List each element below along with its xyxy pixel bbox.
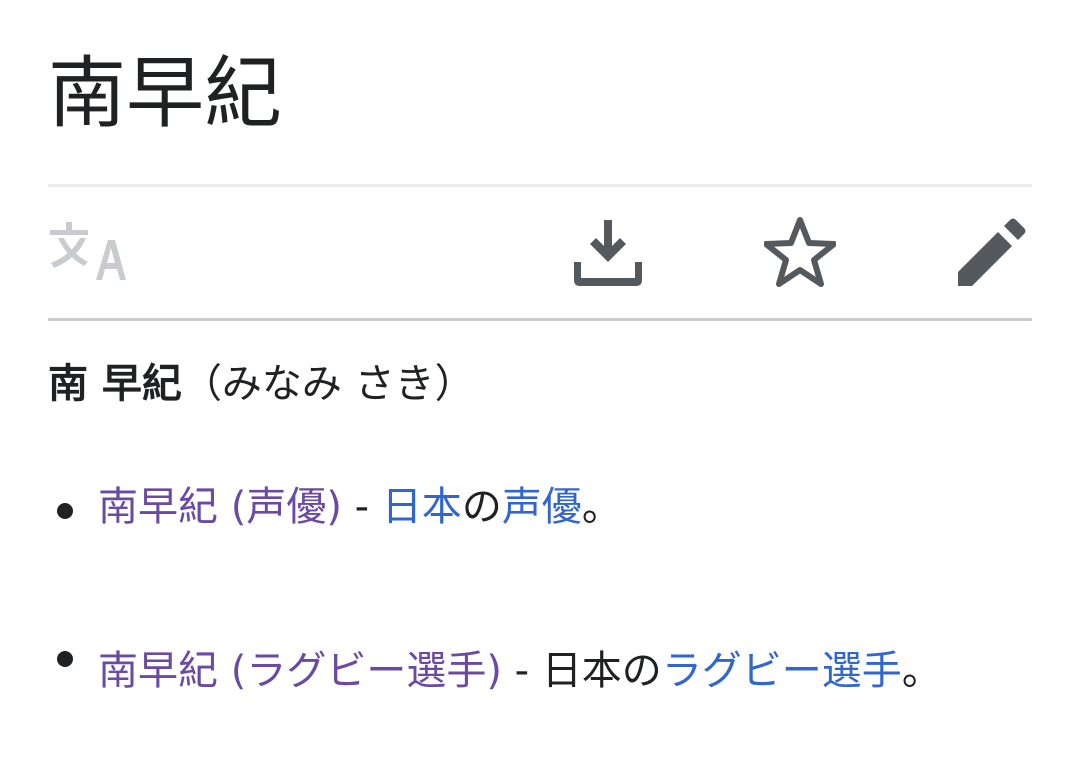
list-item-text: 日本の (541, 648, 662, 694)
link-japan[interactable]: 日本 (382, 484, 462, 530)
list-item-end: 。 (581, 484, 622, 530)
translate-icon[interactable] (48, 218, 126, 282)
title-divider (48, 184, 1032, 187)
bullet-icon (57, 651, 73, 667)
disambiguation-list: 南早紀 (声優) - 日本の声優。 南早紀 (ラグビー選手) - 日本のラグビー… (48, 480, 1032, 694)
lead-bold-name: 南 早紀 (48, 361, 182, 407)
list-item-separator: - (501, 648, 542, 694)
pencil-icon[interactable] (958, 218, 1026, 286)
lead-reading: （みなみ さき） (181, 361, 475, 407)
list-item-link[interactable]: 南早紀 (ラグビー選手) (98, 648, 502, 694)
list-item: 南早紀 (声優) - 日本の声優。 (48, 480, 1080, 534)
list-item: 南早紀 (ラグビー選手) - 日本のラグビー選手。 (48, 628, 1042, 714)
list-item-link[interactable]: 南早紀 (声優) (98, 484, 342, 530)
list-item-separator: - (341, 484, 382, 530)
download-icon[interactable] (574, 218, 642, 286)
bullet-icon (57, 503, 73, 519)
page-title: 南早紀 (48, 49, 283, 139)
toolbar-divider (48, 318, 1032, 321)
star-icon[interactable] (764, 216, 836, 288)
lead-paragraph: 南 早紀（みなみ さき） (48, 354, 475, 414)
list-item-text: の (461, 484, 502, 530)
link-rugby-player[interactable]: ラグビー選手 (662, 648, 902, 694)
list-item-end: 。 (901, 648, 942, 694)
link-voice-actor[interactable]: 声優 (502, 484, 582, 530)
